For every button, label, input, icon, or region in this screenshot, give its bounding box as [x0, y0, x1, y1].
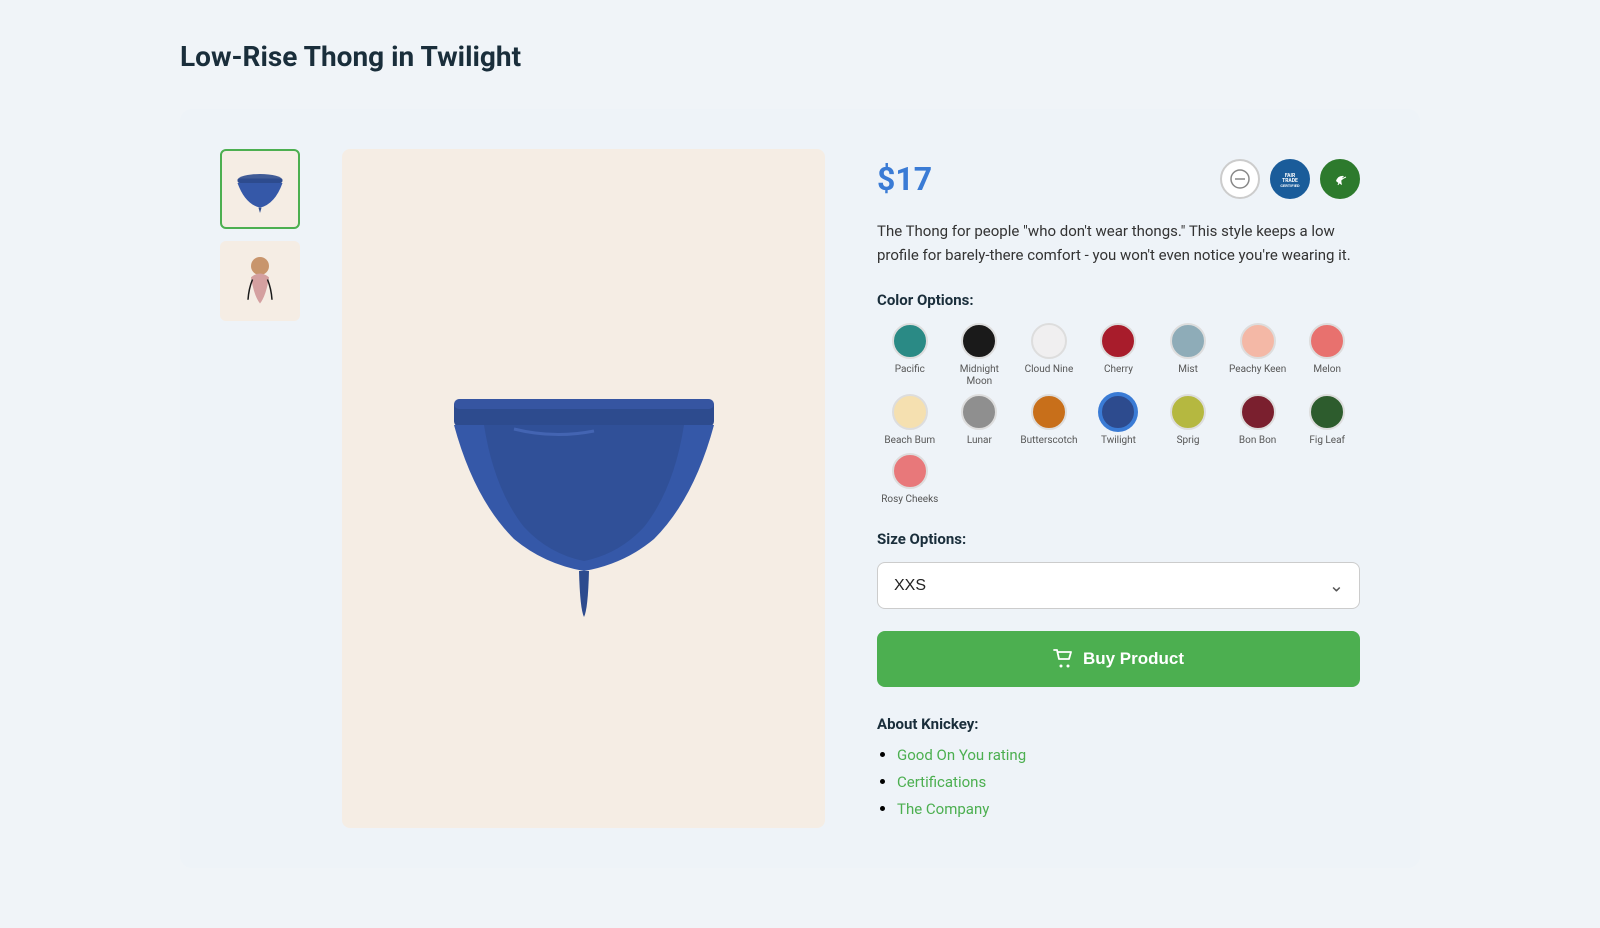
thumbnail-1[interactable]	[220, 149, 300, 229]
color-name-label: Melon	[1313, 364, 1341, 376]
color-swatch	[1031, 323, 1067, 359]
color-name-label: Mist	[1178, 364, 1198, 376]
about-link-item: The Company	[897, 799, 1360, 818]
about-link-item: Good On You rating	[897, 745, 1360, 764]
color-name-label: Lunar	[967, 435, 992, 447]
size-select[interactable]: XXSXSSMLXL2X3X	[877, 562, 1360, 609]
size-label: Size Options:	[877, 530, 1360, 548]
color-option-twilight[interactable]: Twilight	[1086, 394, 1152, 447]
badge-icon-1	[1220, 159, 1260, 199]
product-price: $17	[877, 160, 932, 198]
color-swatch	[1309, 394, 1345, 430]
about-link[interactable]: Certifications	[897, 773, 986, 791]
color-name-label: Pacific	[895, 364, 925, 376]
about-link[interactable]: Good On You rating	[897, 746, 1026, 764]
color-option-pacific[interactable]: Pacific	[877, 323, 943, 388]
color-swatch	[1240, 394, 1276, 430]
size-section: Size Options: XXSXSSMLXL2X3X ⌄	[877, 530, 1360, 609]
size-select-wrapper: XXSXSSMLXL2X3X ⌄	[877, 562, 1360, 609]
buy-product-button[interactable]: Buy Product	[877, 631, 1360, 687]
color-option-sprig[interactable]: Sprig	[1155, 394, 1221, 447]
color-name-label: Cloud Nine	[1025, 364, 1074, 376]
about-link[interactable]: The Company	[897, 800, 989, 818]
thumbnail-2[interactable]	[220, 241, 300, 321]
color-label: Color Options:	[877, 291, 1360, 309]
color-option-midnight-moon[interactable]: Midnight Moon	[947, 323, 1013, 388]
badge-fairtrade: FAIR TRADE CERTIFIED	[1270, 159, 1310, 199]
color-name-label: Midnight Moon	[947, 364, 1013, 388]
page-title: Low-Rise Thong in Twilight	[180, 40, 1420, 73]
color-swatch	[1309, 323, 1345, 359]
color-option-butterscotch[interactable]: Butterscotch	[1016, 394, 1082, 447]
price-row: $17 FAIR TRADE CERTIFIED	[877, 159, 1360, 199]
main-product-image	[342, 149, 825, 828]
color-swatch	[1031, 394, 1067, 430]
color-option-fig-leaf[interactable]: Fig Leaf	[1294, 394, 1360, 447]
color-name-label: Sprig	[1177, 435, 1200, 447]
color-option-beach-bum[interactable]: Beach Bum	[877, 394, 943, 447]
color-name-label: Cherry	[1104, 364, 1133, 376]
color-option-cloud-nine[interactable]: Cloud Nine	[1016, 323, 1082, 388]
about-links: Good On You rating Certifications The Comp…	[877, 745, 1360, 818]
color-option-peachy-keen[interactable]: Peachy Keen	[1225, 323, 1291, 388]
color-swatch	[961, 323, 997, 359]
color-option-lunar[interactable]: Lunar	[947, 394, 1013, 447]
about-link-item: Certifications	[897, 772, 1360, 791]
color-option-melon[interactable]: Melon	[1294, 323, 1360, 388]
color-option-rosy-cheeks[interactable]: Rosy Cheeks	[877, 453, 943, 506]
badge-green-cert	[1320, 159, 1360, 199]
color-swatch	[892, 323, 928, 359]
color-name-label: Butterscotch	[1020, 435, 1077, 447]
color-name-label: Rosy Cheeks	[881, 494, 938, 506]
color-grid: Pacific Midnight Moon Cloud Nine Cherry Mist…	[877, 323, 1360, 506]
color-option-bon-bon[interactable]: Bon Bon	[1225, 394, 1291, 447]
color-swatch	[1170, 394, 1206, 430]
color-swatch	[1170, 323, 1206, 359]
buy-button-label: Buy Product	[1083, 649, 1184, 669]
color-swatch	[892, 394, 928, 430]
color-name-label: Bon Bon	[1239, 435, 1276, 447]
product-container: $17 FAIR TRADE CERTIFIED	[180, 109, 1420, 868]
thumbnail-list	[220, 149, 310, 828]
color-swatch	[1100, 394, 1136, 430]
color-option-cherry[interactable]: Cherry	[1086, 323, 1152, 388]
color-swatch	[961, 394, 997, 430]
color-swatch	[1240, 323, 1276, 359]
color-swatch	[892, 453, 928, 489]
cart-icon	[1053, 649, 1073, 669]
svg-text:CERTIFIED: CERTIFIED	[1280, 183, 1300, 188]
badge-group: FAIR TRADE CERTIFIED	[1220, 159, 1360, 199]
color-name-label: Twilight	[1101, 435, 1136, 447]
color-name-label: Fig Leaf	[1309, 435, 1345, 447]
color-swatch	[1100, 323, 1136, 359]
product-description: The Thong for people "who don't wear tho…	[877, 219, 1360, 267]
product-details: $17 FAIR TRADE CERTIFIED	[857, 149, 1380, 828]
about-title: About Knickey:	[877, 715, 1360, 733]
color-option-mist[interactable]: Mist	[1155, 323, 1221, 388]
about-section: About Knickey: Good On You rating Certifi…	[877, 715, 1360, 818]
color-name-label: Peachy Keen	[1229, 364, 1286, 376]
color-name-label: Beach Bum	[884, 435, 935, 447]
